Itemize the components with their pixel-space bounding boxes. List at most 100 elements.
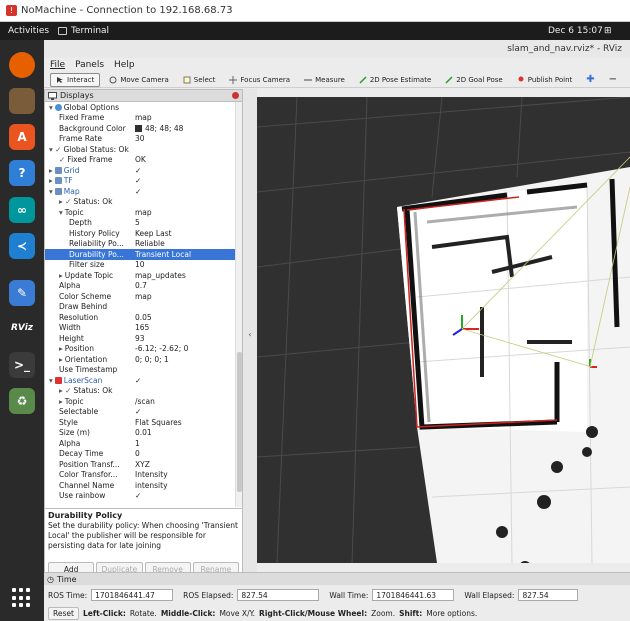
display-property-row[interactable]: Decay Time 0 — [45, 449, 236, 460]
display-property-row[interactable]: ✓ Fixed Frame OK — [45, 155, 236, 166]
tree-expander-icon[interactable]: ✓ — [59, 155, 65, 164]
tree-expander-icon[interactable]: ▾ — [59, 208, 63, 217]
display-property-row[interactable]: Position Transf... XYZ — [45, 459, 236, 470]
display-property-row[interactable]: Reliability Po... Reliable — [45, 239, 236, 250]
panel-splitter[interactable]: ‹ — [243, 89, 257, 580]
property-value[interactable]: 93 — [135, 334, 145, 343]
tree-expander-icon[interactable]: ▸ — [59, 271, 63, 280]
files-icon[interactable] — [9, 88, 35, 114]
display-property-row[interactable]: ▸ Orientation 0; 0; 0; 1 — [45, 354, 236, 365]
tree-expander-icon[interactable]: ▸ — [59, 355, 63, 364]
focus-camera-tool[interactable]: Focus Camera — [224, 73, 295, 87]
display-property-row[interactable]: ▾ Global Options — [45, 102, 236, 113]
property-value[interactable]: ✓ — [135, 407, 141, 416]
display-property-row[interactable]: Width 165 — [45, 323, 236, 334]
interact-tool[interactable]: Interact — [50, 72, 101, 87]
display-property-row[interactable]: ▸ TF ✓ — [45, 176, 236, 187]
property-value[interactable]: 30 — [135, 134, 145, 143]
display-property-row[interactable]: Color Scheme map — [45, 291, 236, 302]
tree-expander-icon[interactable]: ▸ — [59, 344, 63, 353]
display-property-row[interactable]: ▸ Topic/scan — [45, 396, 236, 407]
property-value[interactable]: ✓ — [135, 491, 141, 500]
property-value[interactable]: Intensity — [135, 470, 168, 479]
display-property-row[interactable]: ▾ Map ✓ — [45, 186, 236, 197]
ros-time-field[interactable]: 1701846441.47 — [91, 589, 174, 601]
display-property-row[interactable]: Use Timestamp — [45, 365, 236, 376]
firefox-icon[interactable] — [9, 52, 35, 78]
tree-expander-icon[interactable]: ▾ ✓ — [49, 145, 61, 154]
property-value[interactable]: 10 — [135, 260, 145, 269]
clock[interactable]: Dec 6 15:07 — [548, 26, 603, 36]
display-property-row[interactable]: Fixed Frame map — [45, 113, 236, 124]
terminal-icon[interactable]: >_ — [9, 352, 35, 378]
move-camera-tool[interactable]: Move Camera — [104, 73, 173, 87]
reset-button[interactable]: Reset — [48, 607, 79, 620]
display-property-row[interactable]: Alpha 0.7 — [45, 281, 236, 292]
scrollbar-thumb[interactable] — [237, 352, 242, 492]
property-value[interactable]: Flat Squares — [135, 418, 182, 427]
display-property-row[interactable]: Color Transfor... Intensity — [45, 470, 236, 481]
property-value[interactable]: intensity — [135, 481, 168, 490]
display-property-row[interactable]: ▸ ✓ Status: Ok — [45, 197, 236, 208]
display-property-row[interactable]: Use rainbow ✓ — [45, 491, 236, 502]
display-property-row[interactable]: Background Color 48; 48; 48 — [45, 123, 236, 134]
property-value[interactable]: map_updates — [135, 271, 186, 280]
display-property-row[interactable]: Resolution 0.05 — [45, 312, 236, 323]
property-value[interactable]: ✓ — [135, 166, 141, 175]
property-value[interactable]: 0 — [135, 449, 140, 458]
property-value[interactable]: 0.7 — [135, 281, 147, 290]
property-value[interactable]: ✓ — [135, 176, 141, 185]
property-value[interactable]: Transient Local — [135, 250, 191, 259]
display-property-row[interactable]: Frame Rate 30 — [45, 134, 236, 145]
display-property-row[interactable]: Size (m) 0.01 — [45, 428, 236, 439]
display-property-row[interactable]: ▸ Position -6.12; -2.62; 0 — [45, 344, 236, 355]
wall-elapsed-field[interactable]: 827.54 — [518, 589, 579, 601]
publish-point-tool[interactable]: Publish Point — [512, 73, 578, 87]
rviz-3d-viewport[interactable] — [257, 97, 630, 563]
ros-elapsed-field[interactable]: 827.54 — [237, 589, 320, 601]
property-value[interactable]: 5 — [135, 218, 140, 227]
vscode-icon[interactable]: ≺ — [9, 233, 35, 259]
display-property-row[interactable]: Height 93 — [45, 333, 236, 344]
display-property-row[interactable]: ▾ ✓ Global Status: Ok — [45, 144, 236, 155]
tree-expander-icon[interactable]: ▸ — [49, 176, 53, 185]
menu-panels[interactable]: Panels — [75, 60, 104, 70]
tree-scrollbar[interactable] — [235, 102, 242, 507]
display-property-row[interactable]: Style Flat Squares — [45, 417, 236, 428]
property-value[interactable]: 165 — [135, 323, 149, 332]
display-property-row[interactable]: ▾ Topic map — [45, 207, 236, 218]
remove-tool-button[interactable]: − — [604, 73, 622, 87]
property-value[interactable]: OK — [135, 155, 146, 164]
arduino-icon[interactable]: ∞ — [9, 197, 35, 223]
menu-file[interactable]: File — [50, 60, 65, 70]
software-store-icon[interactable]: A — [9, 124, 35, 150]
menu-help[interactable]: Help — [114, 60, 135, 70]
tree-expander-icon[interactable]: ▸ ✓ — [59, 197, 71, 206]
tree-expander-icon[interactable]: ▾ — [49, 376, 53, 385]
show-apps-grid-icon[interactable] — [12, 588, 32, 608]
property-value[interactable]: 1 — [135, 439, 140, 448]
pose-estimate-tool[interactable]: 2D Pose Estimate — [354, 73, 436, 87]
tree-expander-icon[interactable]: ▾ — [49, 103, 53, 112]
text-editor-icon[interactable]: ✎ — [9, 280, 35, 306]
display-property-row[interactable]: ▾ LaserScan ✓ — [45, 375, 236, 386]
tree-expander-icon[interactable]: ▾ — [49, 187, 53, 196]
measure-tool[interactable]: Measure — [299, 73, 350, 87]
tree-expander-icon[interactable]: ▸ — [49, 166, 53, 175]
display-property-row[interactable]: ▸ Grid ✓ — [45, 165, 236, 176]
add-tool-button[interactable]: ✚ — [581, 73, 599, 87]
property-value[interactable]: 0.01 — [135, 428, 152, 437]
rviz-icon[interactable]: RViz — [9, 315, 35, 341]
trash-icon[interactable]: ♻ — [9, 388, 35, 414]
display-property-row[interactable]: History Policy Keep Last — [45, 228, 236, 239]
app-menu-terminal[interactable]: Terminal — [58, 26, 109, 36]
display-property-row[interactable]: Durability Po... Transient Local — [45, 249, 236, 260]
goal-pose-tool[interactable]: 2D Goal Pose — [440, 73, 507, 87]
tree-expander-icon[interactable]: ▸ — [59, 397, 63, 406]
wall-time-field[interactable]: 1701846441.63 — [372, 589, 455, 601]
display-property-row[interactable]: Alpha 1 — [45, 438, 236, 449]
display-property-row[interactable]: Depth 5 — [45, 218, 236, 229]
display-property-row[interactable]: Channel Name intensity — [45, 480, 236, 491]
display-property-row[interactable]: ▸ ✓ Status: Ok — [45, 386, 236, 397]
property-value[interactable]: -6.12; -2.62; 0 — [135, 344, 188, 353]
